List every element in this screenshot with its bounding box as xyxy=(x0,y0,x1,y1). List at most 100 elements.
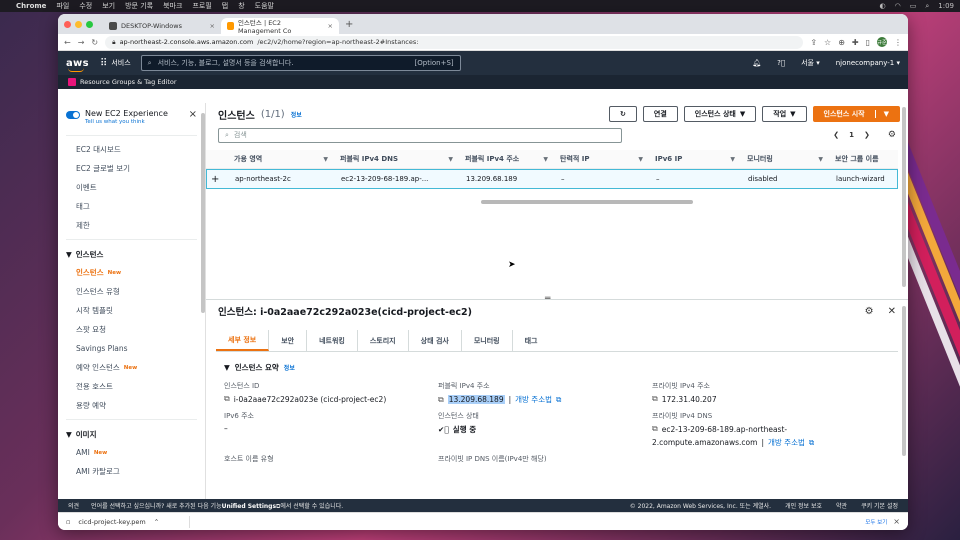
bell-icon[interactable]: 🔔︎ xyxy=(752,59,761,67)
sidebar-item-limits[interactable]: 제한 xyxy=(58,216,205,235)
expand-icon[interactable]: + xyxy=(207,174,229,185)
aws-logo[interactable]: aws xyxy=(66,58,90,72)
sort-icon[interactable]: ▼ xyxy=(543,156,548,163)
gear-icon[interactable]: ⚙ xyxy=(865,306,874,317)
share-icon[interactable]: ⇪ xyxy=(810,38,817,47)
wifi-icon[interactable]: ◠ xyxy=(895,2,901,10)
browser-tab-desktop[interactable]: DESKTOP-Windows × xyxy=(103,18,221,34)
unified-settings-link[interactable]: Unified Settings xyxy=(222,503,276,510)
back-icon[interactable]: ← xyxy=(64,38,71,47)
column-header[interactable]: IPv6 IP ▼ xyxy=(649,155,741,163)
gear-icon[interactable]: ⚙ xyxy=(888,130,896,140)
resource-groups-link[interactable]: Resource Groups & Tag Editor xyxy=(80,78,177,86)
copy-icon[interactable]: ⧉ xyxy=(652,424,658,434)
close-icon[interactable]: ✕ xyxy=(888,306,896,317)
column-header[interactable]: 가용 영역 ▼ xyxy=(228,154,334,164)
new-experience-toggle[interactable] xyxy=(66,111,80,119)
chevron-up-icon[interactable]: ⌃ xyxy=(154,518,159,526)
sidebar-section-images[interactable]: ▼ 이미지 xyxy=(58,425,205,443)
open-address-link[interactable]: 개방 주소법 xyxy=(768,437,805,448)
menubar-item-profiles[interactable]: 프로필 xyxy=(192,1,211,11)
sidebar-item-capacity-reservations[interactable]: 용량 예약 xyxy=(58,396,205,415)
menubar-item-window[interactable]: 창 xyxy=(238,1,244,11)
sort-icon[interactable]: ▼ xyxy=(818,156,823,163)
sidebar-item-tags[interactable]: 태그 xyxy=(58,197,205,216)
region-selector[interactable]: 서울 ▾ xyxy=(801,58,820,68)
new-tab-button[interactable]: + xyxy=(345,19,353,30)
tab-tags[interactable]: 태그 xyxy=(513,330,550,351)
sidebar-item-ami[interactable]: AMI New xyxy=(58,443,205,462)
sort-icon[interactable]: ▼ xyxy=(730,156,735,163)
cookie-preferences-link[interactable]: 쿠키 기본 설정 xyxy=(861,501,898,510)
menubar-item-file[interactable]: 파일 xyxy=(56,1,69,11)
external-link-icon[interactable]: ⧉ xyxy=(556,395,561,405)
sidebar-item-instances[interactable]: 인스턴스 New xyxy=(58,263,205,282)
table-row[interactable]: + ap-northeast-2c ec2-13-209-68-189.ap-.… xyxy=(206,169,898,189)
browser-tab-ec2[interactable]: 인스턴스 | EC2 Management Co × xyxy=(221,18,339,35)
menubar-item-history[interactable]: 방문 기록 xyxy=(125,1,153,11)
tab-details[interactable]: 세부 정보 xyxy=(216,330,270,351)
status-icon[interactable]: ◐ xyxy=(880,2,886,10)
external-link-icon[interactable]: ⧉ xyxy=(809,438,814,448)
sort-icon[interactable]: ▼ xyxy=(323,156,328,163)
instance-filter-input[interactable]: ⌕ 검색 xyxy=(218,127,622,143)
show-all-button[interactable]: 모두 보기 xyxy=(865,518,887,526)
info-link[interactable]: 정보 xyxy=(291,110,302,119)
search-icon[interactable]: ⌕ xyxy=(925,2,929,11)
feedback-link[interactable]: Tell us what you think xyxy=(85,119,168,125)
instance-state-button[interactable]: 인스턴스 상태 ▼ xyxy=(683,106,757,122)
tab-status-checks[interactable]: 상태 검사 xyxy=(409,330,462,351)
sidebar-item-dashboard[interactable]: EC2 대시보드 xyxy=(58,140,205,159)
table-horizontal-scrollbar[interactable] xyxy=(481,200,693,204)
summary-header[interactable]: ▼ 인스턴스 요약 정보 xyxy=(224,362,890,373)
info-link[interactable]: 정보 xyxy=(284,363,295,372)
sidebar-item-reserved-instances[interactable]: 예약 인스턴스 New xyxy=(58,358,205,377)
close-icon[interactable]: × xyxy=(189,109,197,120)
menubar-item-help[interactable]: 도움말 xyxy=(255,1,274,11)
column-header[interactable]: 보안 그룹 이름 xyxy=(829,154,889,164)
menubar-item-tab[interactable]: 탭 xyxy=(222,1,228,11)
column-header[interactable]: 퍼블릭 IPv4 DNS ▼ xyxy=(334,154,459,164)
sidebar-item-events[interactable]: 이벤트 xyxy=(58,178,205,197)
column-header[interactable]: 탄력적 IP ▼ xyxy=(554,154,649,164)
column-header[interactable]: 퍼블릭 IPv4 주소 ▼ xyxy=(459,154,554,164)
resize-handle-icon[interactable]: ═ xyxy=(545,294,550,304)
close-window-button[interactable] xyxy=(64,20,71,28)
open-address-link[interactable]: 개방 주소법 xyxy=(515,394,552,405)
sort-icon[interactable]: ▼ xyxy=(638,156,643,163)
copy-icon[interactable]: ⧉ xyxy=(224,394,230,404)
reload-icon[interactable]: ↻ xyxy=(91,38,98,47)
sidebar-item-savings-plans[interactable]: Savings Plans xyxy=(58,339,205,358)
sidebar-scrollbar[interactable] xyxy=(201,113,205,313)
column-header[interactable]: 모니터링 ▼ xyxy=(741,154,829,164)
page-number[interactable]: 1 xyxy=(849,131,854,139)
close-icon[interactable]: × xyxy=(210,22,215,30)
feedback-link[interactable]: 의견 xyxy=(68,501,79,510)
minimize-window-button[interactable] xyxy=(75,20,82,28)
more-icon[interactable]: ⋮ xyxy=(894,38,902,47)
menubar-app-name[interactable]: Chrome xyxy=(16,2,46,10)
services-menu[interactable]: ⠿ 서비스 xyxy=(100,58,131,69)
menubar-item-edit[interactable]: 수정 xyxy=(79,1,92,11)
privacy-link[interactable]: 개인 정보 보호 xyxy=(785,501,822,510)
sidebar-item-global-view[interactable]: EC2 글로벌 보기 xyxy=(58,159,205,178)
terms-link[interactable]: 약관 xyxy=(836,501,847,510)
battery-icon[interactable]: ▭ xyxy=(910,2,917,10)
close-icon[interactable]: × xyxy=(328,22,333,30)
sidebar-item-spot-requests[interactable]: 스팟 요청 xyxy=(58,320,205,339)
profile-avatar[interactable]: 규준 xyxy=(877,37,887,47)
zoom-window-button[interactable] xyxy=(86,20,93,28)
help-icon[interactable]: ?⃝ xyxy=(777,59,785,67)
forward-icon[interactable]: → xyxy=(78,38,85,47)
download-item[interactable]: ▫ cicd-project-key.pem ⌃ xyxy=(66,515,191,528)
account-menu[interactable]: njonecompany-1 ▾ xyxy=(836,59,900,67)
menubar-item-view[interactable]: 보기 xyxy=(102,1,115,11)
tab-networking[interactable]: 네트워킹 xyxy=(307,330,358,351)
tab-monitoring[interactable]: 모니터링 xyxy=(462,330,513,351)
sidebar-section-instances[interactable]: ▼ 인스턴스 xyxy=(58,245,205,263)
prev-page-icon[interactable]: ❮ xyxy=(833,131,839,139)
sidebar-icon[interactable]: ▯ xyxy=(866,38,870,47)
copy-icon[interactable]: ⧉ xyxy=(438,395,444,405)
sidebar-item-dedicated-hosts[interactable]: 전용 호스트 xyxy=(58,377,205,396)
sidebar-item-instance-types[interactable]: 인스턴스 유형 xyxy=(58,282,205,301)
